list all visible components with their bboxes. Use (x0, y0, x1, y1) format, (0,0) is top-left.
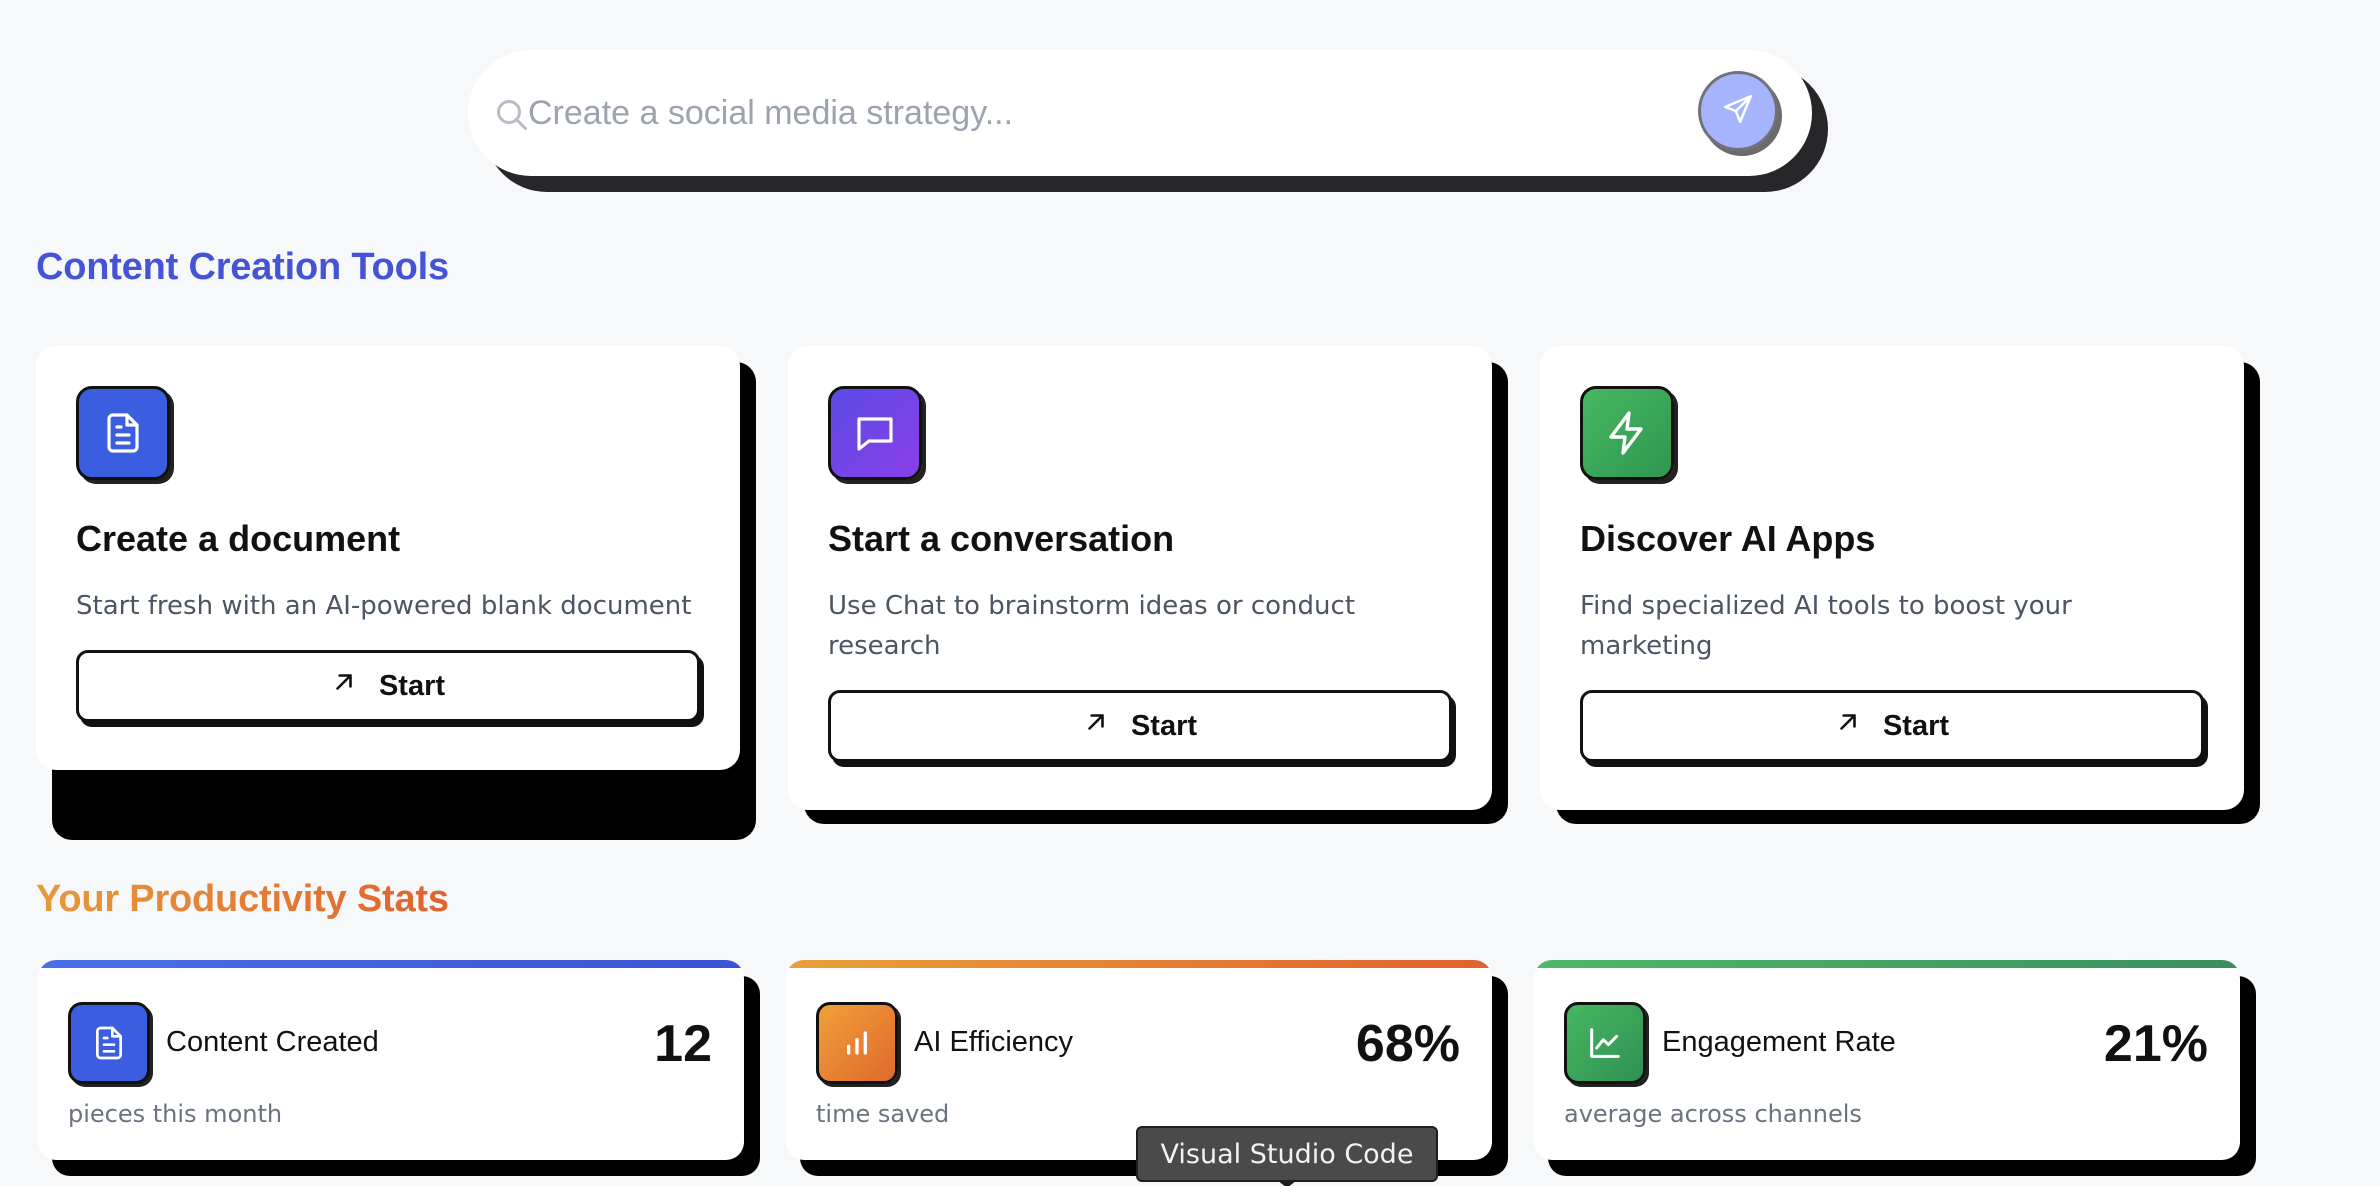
arrow-up-right-icon (1083, 709, 1109, 743)
send-button[interactable] (1698, 71, 1778, 151)
start-button-create-document[interactable]: Start (76, 650, 700, 722)
tool-description: Find specialized AI tools to boost your … (1580, 591, 2072, 661)
lightning-icon (1580, 386, 1674, 480)
stat-card-engagement-rate: Engagement Rate 21% average across chann… (1534, 960, 2256, 1176)
start-button-label: Start (378, 669, 446, 702)
tool-card-start-conversation: Start a conversation Use Chat to brainst… (788, 346, 1508, 824)
prompt-search-bar (468, 50, 1828, 192)
stat-label: Content Created (166, 1026, 379, 1058)
tool-title: Create a document (76, 518, 401, 559)
line-chart-icon (1564, 1002, 1646, 1084)
stat-card-content-created: Content Created 12 pieces this month (38, 960, 760, 1176)
document-icon (68, 1002, 150, 1084)
stat-label: AI Efficiency (914, 1026, 1074, 1058)
stat-value: 12 (654, 1015, 712, 1073)
content-creation-tools-heading: Content Creation Tools (36, 246, 449, 288)
tool-description: Use Chat to brainstorm ideas or conduct … (828, 591, 1356, 661)
bar-chart-icon (816, 1002, 898, 1084)
search-bar-container (468, 50, 1812, 176)
search-input[interactable] (528, 83, 1698, 143)
start-button-start-conversation[interactable]: Start (828, 690, 1452, 762)
stat-value: 68% (1355, 1015, 1460, 1073)
stat-accent-stripe (38, 960, 744, 968)
arrow-up-right-icon (1835, 709, 1861, 743)
stat-subtitle: average across channels (1564, 1100, 1862, 1128)
start-button-label: Start (1882, 709, 1950, 742)
stat-accent-stripe (1534, 960, 2240, 968)
start-button-label: Start (1130, 709, 1198, 742)
stat-subtitle: pieces this month (68, 1100, 283, 1128)
tool-description: Start fresh with an AI-powered blank doc… (76, 591, 692, 621)
stat-accent-stripe (786, 960, 1492, 968)
stat-subtitle: time saved (816, 1100, 950, 1128)
start-button-discover-ai-apps[interactable]: Start (1580, 690, 2204, 762)
tool-card-discover-ai-apps: Discover AI Apps Find specialized AI too… (1540, 346, 2260, 824)
tool-title: Start a conversation (828, 518, 1175, 559)
chat-bubble-icon (828, 386, 922, 480)
stat-label: Engagement Rate (1662, 1026, 1896, 1058)
document-icon (76, 386, 170, 480)
tooltip-arrow (1277, 1180, 1297, 1186)
send-icon (1721, 92, 1755, 131)
search-icon (494, 97, 530, 133)
arrow-up-right-icon (331, 669, 357, 703)
tooltip: Visual Studio Code (1136, 1126, 1438, 1182)
stat-value: 21% (2103, 1015, 2208, 1073)
tool-card-create-document: Create a document Start fresh with an AI… (36, 346, 756, 840)
tool-title: Discover AI Apps (1580, 518, 1876, 559)
productivity-stats-heading: Your Productivity Stats (36, 878, 449, 920)
